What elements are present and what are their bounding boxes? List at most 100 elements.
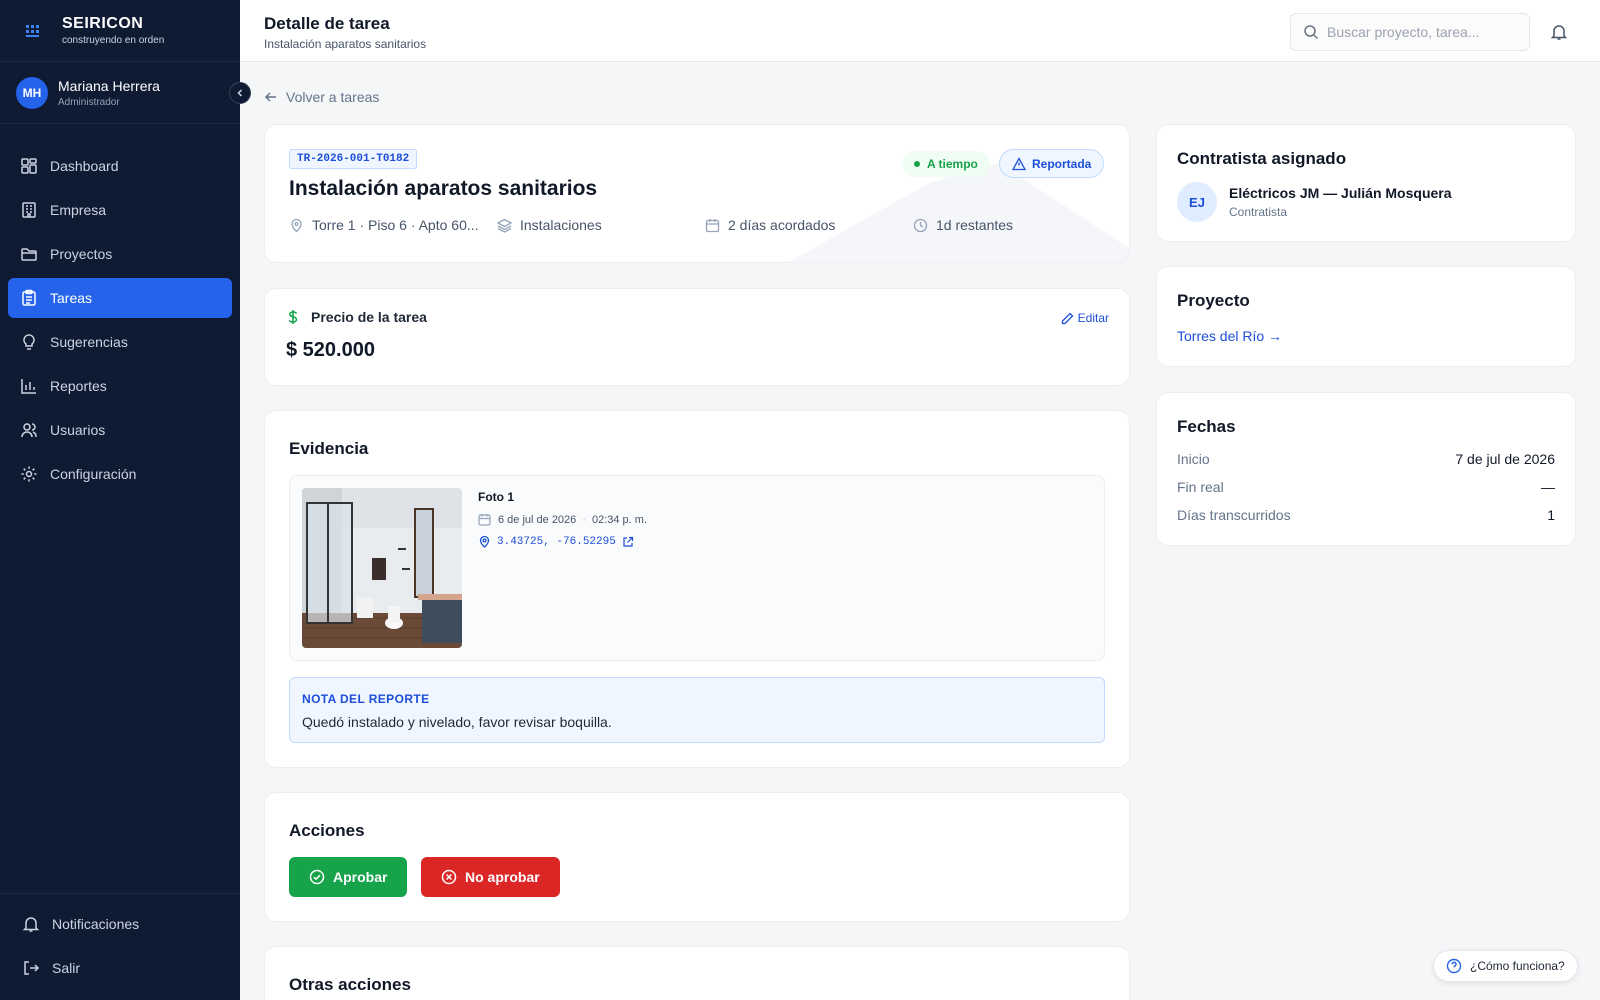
sidebar-item-reportes[interactable]: Reportes [8, 366, 232, 406]
status-label: A tiempo [927, 157, 978, 171]
evidence-title: Evidencia [289, 439, 369, 458]
pencil-icon [1061, 312, 1074, 324]
evidence-photo-item: Foto 1 6 de jul de 2026 · 02:34 p. m. 3.… [289, 475, 1105, 661]
sidebar-item-salir[interactable]: Salir [10, 948, 230, 988]
task-title: Instalación aparatos sanitarios [289, 177, 598, 200]
sidebar-item-sugerencias[interactable]: Sugerencias [8, 322, 232, 362]
sidebar-item-label: Proyectos [50, 246, 113, 262]
contractor-name: Eléctricos JM — Julián Mosquera [1229, 185, 1452, 201]
sidebar-item-dashboard[interactable]: Dashboard [8, 146, 232, 186]
project-link[interactable]: Torres del Río → [1177, 328, 1282, 344]
photo-coordinates-link[interactable]: 3.43725, -76.52295 [478, 535, 634, 548]
sidebar-item-empresa[interactable]: Empresa [8, 190, 232, 230]
dashboard-icon [21, 158, 37, 174]
page-title: Detalle de tarea [264, 14, 390, 33]
question-circle-icon [1446, 958, 1462, 974]
calendar-icon [705, 218, 720, 232]
folder-icon [21, 248, 37, 261]
photo-date: 6 de jul de 2026 [498, 513, 577, 526]
actions-title: Acciones [289, 821, 365, 840]
decorative-roof-shape [789, 163, 1129, 262]
x-circle-icon [441, 869, 457, 885]
map-pin-icon [479, 535, 490, 548]
actions-card: Acciones Aprobar No aprobar [264, 792, 1130, 922]
evidence-photo-thumbnail[interactable] [302, 488, 462, 648]
user-role: Administrador [58, 96, 120, 108]
sidebar-item-label: Usuarios [50, 422, 106, 438]
notifications-bell-icon[interactable] [1550, 23, 1568, 41]
bar-chart-icon [21, 379, 36, 394]
status-dot [914, 161, 920, 167]
building-icon [22, 202, 36, 218]
agreed-days-text: 2 días acordados [728, 217, 836, 233]
collapse-sidebar-button[interactable] [229, 82, 251, 104]
dates-card: Fechas Inicio 7 de jul de 2026 Fin real … [1156, 392, 1576, 546]
arrow-left-icon [264, 92, 276, 102]
search-icon [1304, 25, 1319, 40]
edit-label: Editar [1077, 311, 1109, 325]
reject-label: No aprobar [465, 869, 540, 885]
photo-datetime: 6 de jul de 2026 · 02:34 p. m. [478, 513, 647, 526]
task-header-card: TR-2026-001-T0182 Instalación aparatos s… [264, 124, 1130, 263]
sidebar-item-label: Notificaciones [52, 916, 140, 932]
chevron-left-icon [237, 89, 243, 97]
edit-price-button[interactable]: Editar [1061, 311, 1109, 325]
search-placeholder: Buscar proyecto, tarea... [1327, 24, 1480, 40]
note-text: Quedó instalado y nivelado, favor revisa… [302, 714, 612, 730]
sidebar-item-usuarios[interactable]: Usuarios [8, 410, 232, 450]
users-icon [21, 423, 37, 438]
warning-icon [1012, 156, 1026, 170]
brand: SEIRICON construyendo en orden [0, 0, 240, 62]
approve-label: Aprobar [333, 869, 388, 885]
separator-dot: · [582, 513, 586, 526]
avatar: MH [16, 76, 48, 109]
contractor-avatar: EJ [1177, 182, 1217, 222]
sidebar-footer: Notificaciones Salir [0, 893, 240, 1000]
check-circle-icon [309, 869, 325, 885]
logo-icon [26, 24, 39, 37]
sidebar-item-label: Empresa [50, 202, 107, 218]
sidebar-item-proyectos[interactable]: Proyectos [8, 234, 232, 274]
map-pin-icon [291, 218, 302, 232]
project-card: Proyecto Torres del Río → [1156, 266, 1576, 367]
brand-name: SEIRICON [62, 14, 144, 32]
sidebar-item-notificaciones[interactable]: Notificaciones [10, 904, 230, 944]
task-category: Instalaciones [497, 217, 602, 233]
price-value: $ 520.000 [286, 339, 375, 361]
task-remaining: 1d restantes [913, 217, 1013, 233]
logout-icon [24, 961, 40, 975]
sidebar-item-label: Tareas [50, 290, 93, 306]
date-row-fin-real: Fin real — [1177, 479, 1555, 495]
photo-time: 02:34 p. m. [591, 513, 648, 526]
search-input[interactable]: Buscar proyecto, tarea... [1290, 13, 1530, 51]
help-button[interactable]: ¿Cómo funciona? [1433, 950, 1578, 982]
dates-title: Fechas [1177, 417, 1236, 436]
remaining-text: 1d restantes [936, 217, 1014, 233]
date-label: Días transcurridos [1177, 507, 1291, 523]
contractor-role: Contratista [1229, 205, 1288, 219]
task-code-badge: TR-2026-001-T0182 [289, 149, 418, 169]
reject-button[interactable]: No aprobar [421, 857, 560, 897]
note-title: NOTA DEL REPORTE [302, 692, 430, 706]
bell-icon [22, 917, 40, 932]
other-actions-card: Otras acciones [264, 946, 1130, 1000]
sidebar-item-configuracion[interactable]: Configuración [8, 454, 232, 494]
category-text: Instalaciones [520, 217, 602, 233]
report-note: NOTA DEL REPORTE Quedó instalado y nivel… [289, 677, 1105, 743]
calendar-icon [478, 514, 491, 526]
task-agreed-days: 2 días acordados [705, 217, 835, 233]
dollar-icon [288, 310, 298, 324]
sidebar-item-tareas[interactable]: Tareas [8, 278, 232, 318]
reported-status-badge: Reportada [999, 149, 1105, 178]
sidebar: SEIRICON construyendo en orden MH Marian… [0, 0, 251, 1000]
date-row-inicio: Inicio 7 de jul de 2026 [1177, 451, 1555, 467]
price-label-text: Precio de la tarea [311, 309, 427, 325]
approve-button[interactable]: Aprobar [289, 857, 408, 897]
task-location: Torre 1 · Piso 6 · Apto 60... [289, 217, 479, 233]
date-value: 7 de jul de 2026 [1455, 451, 1555, 467]
coordinates-text: 3.43725, -76.52295 [497, 535, 616, 548]
back-to-tasks-link[interactable]: Volver a tareas [264, 89, 379, 105]
location-text: Torre 1 · Piso 6 · Apto 60... [312, 217, 479, 233]
date-value: — [1541, 479, 1555, 495]
user-profile: MH Mariana Herrera Administrador [0, 62, 251, 124]
